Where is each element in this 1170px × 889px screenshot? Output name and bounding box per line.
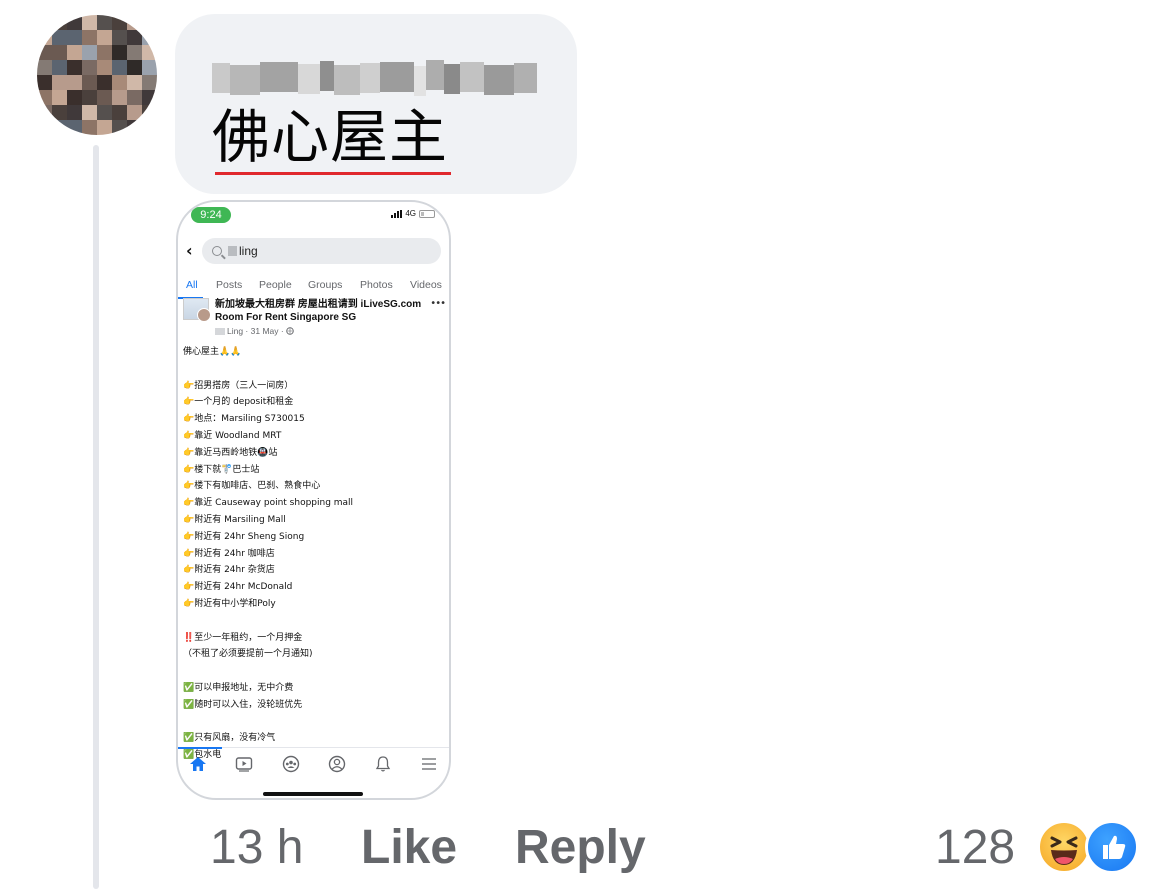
tab-posts[interactable]: Posts [216,279,242,291]
tab-all[interactable]: All [186,279,198,291]
avatar[interactable] [37,15,157,135]
post-line: 👉靠近马西岭地铁🚇站 [183,447,278,458]
tab-groups[interactable]: Groups [308,279,342,291]
redacted-block [215,327,225,335]
post-line: 佛心屋主🙏🙏 [183,347,242,357]
reaction-count[interactable]: 128 [935,818,1015,878]
back-chevron-icon[interactable]: ‹ [186,241,202,261]
post-header: 新加坡最大租房群 房屋出租请到 iLiveSG.com Room For Ren… [183,298,449,342]
haha-icon[interactable] [1037,820,1091,874]
post-line: ‼️至少一年租约，一个月押金 [183,632,303,643]
like-icon[interactable] [1085,820,1139,874]
post-line: 👉靠近 Woodland MRT [183,431,282,441]
post-line: 👉一个月的 deposit和租金 [183,397,294,408]
network-label: 4G [405,209,416,218]
like-button[interactable]: Like [361,818,457,878]
post-line: 👉楼下就🚏巴士站 [183,464,260,475]
home-icon[interactable] [188,754,208,774]
comment-time[interactable]: 13 h [210,818,303,878]
post-line: 👉附近有 24hr Sheng Siong [183,531,305,542]
comment-view: 佛心屋主 9:24 4G ‹ ling All Posts People Gro… [0,0,1170,889]
search-row: ‹ ling [186,238,441,264]
post-line: 👉靠近 Causeway point shopping mall [183,498,354,509]
search-query: ling [239,244,258,258]
battery-icon [419,209,435,218]
redacted-block [228,246,237,256]
author-thumbnail[interactable] [197,308,211,322]
home-indicator [263,792,363,796]
public-globe-icon [285,327,294,335]
bottom-nav [178,747,449,777]
post-line: 👉地点：Marsiling S730015 [183,414,305,425]
comment-text: 佛心屋主 [212,103,449,171]
menu-icon[interactable] [419,754,439,774]
post-line: 👉附近有中小学和Poly [183,599,276,609]
group-name-line2: Room For Rent Singapore SG [215,312,357,323]
group-name-line1: 新加坡最大租房群 房屋出租请到 iLiveSG.com [215,299,422,310]
spellcheck-underline [215,172,451,175]
search-input[interactable]: ling [202,238,441,264]
post-line: 👉附近有 24hr 咖啡店 [183,548,275,559]
post-line: 👉附近有 24hr McDonald [183,582,293,593]
tab-people[interactable]: People [259,279,292,291]
status-indicators: 4G [391,209,435,218]
group-name[interactable]: 新加坡最大租房群 房屋出租请到 iLiveSG.com Room For Ren… [215,298,430,324]
author-name-blurred[interactable] [212,50,537,100]
search-tabs: All Posts People Groups Photos Videos [178,276,449,298]
thread-line [93,145,99,889]
post-line: 👉附近有 24hr 杂货店 [183,565,275,576]
more-options-icon[interactable]: ••• [430,298,446,309]
post-line: ✅可以申报地址，无中介费 [183,683,294,693]
tab-photos[interactable]: Photos [360,279,393,291]
post-line: （不租了必须要提前一个月通知) [183,649,313,660]
search-icon [212,246,222,256]
post-line: 👉楼下有咖啡店、巴刹、熟食中心 [183,481,321,492]
post-meta: Ling · 31 May · [215,326,294,336]
post-line: ✅随时可以入住，没轮班优先 [183,699,303,710]
signal-icon [391,209,403,218]
groups-icon[interactable] [281,754,301,774]
post-line: 👉附近有 Marsiling Mall [183,515,286,525]
post-line: ✅只有风扇，没有冷气 [183,733,276,744]
reply-button[interactable]: Reply [515,818,646,878]
status-time: 9:24 [191,207,231,223]
post-line: 👉招男搭房（三人一间房） [183,380,294,391]
bell-icon[interactable] [373,754,393,774]
nav-active-indicator [178,747,222,749]
watch-icon[interactable] [234,754,254,774]
attached-screenshot[interactable]: 9:24 4G ‹ ling All Posts People Groups P… [176,200,451,800]
post-meta-text: Ling · 31 May · [227,326,284,336]
tab-videos[interactable]: Videos [410,279,442,291]
profile-icon[interactable] [327,754,347,774]
